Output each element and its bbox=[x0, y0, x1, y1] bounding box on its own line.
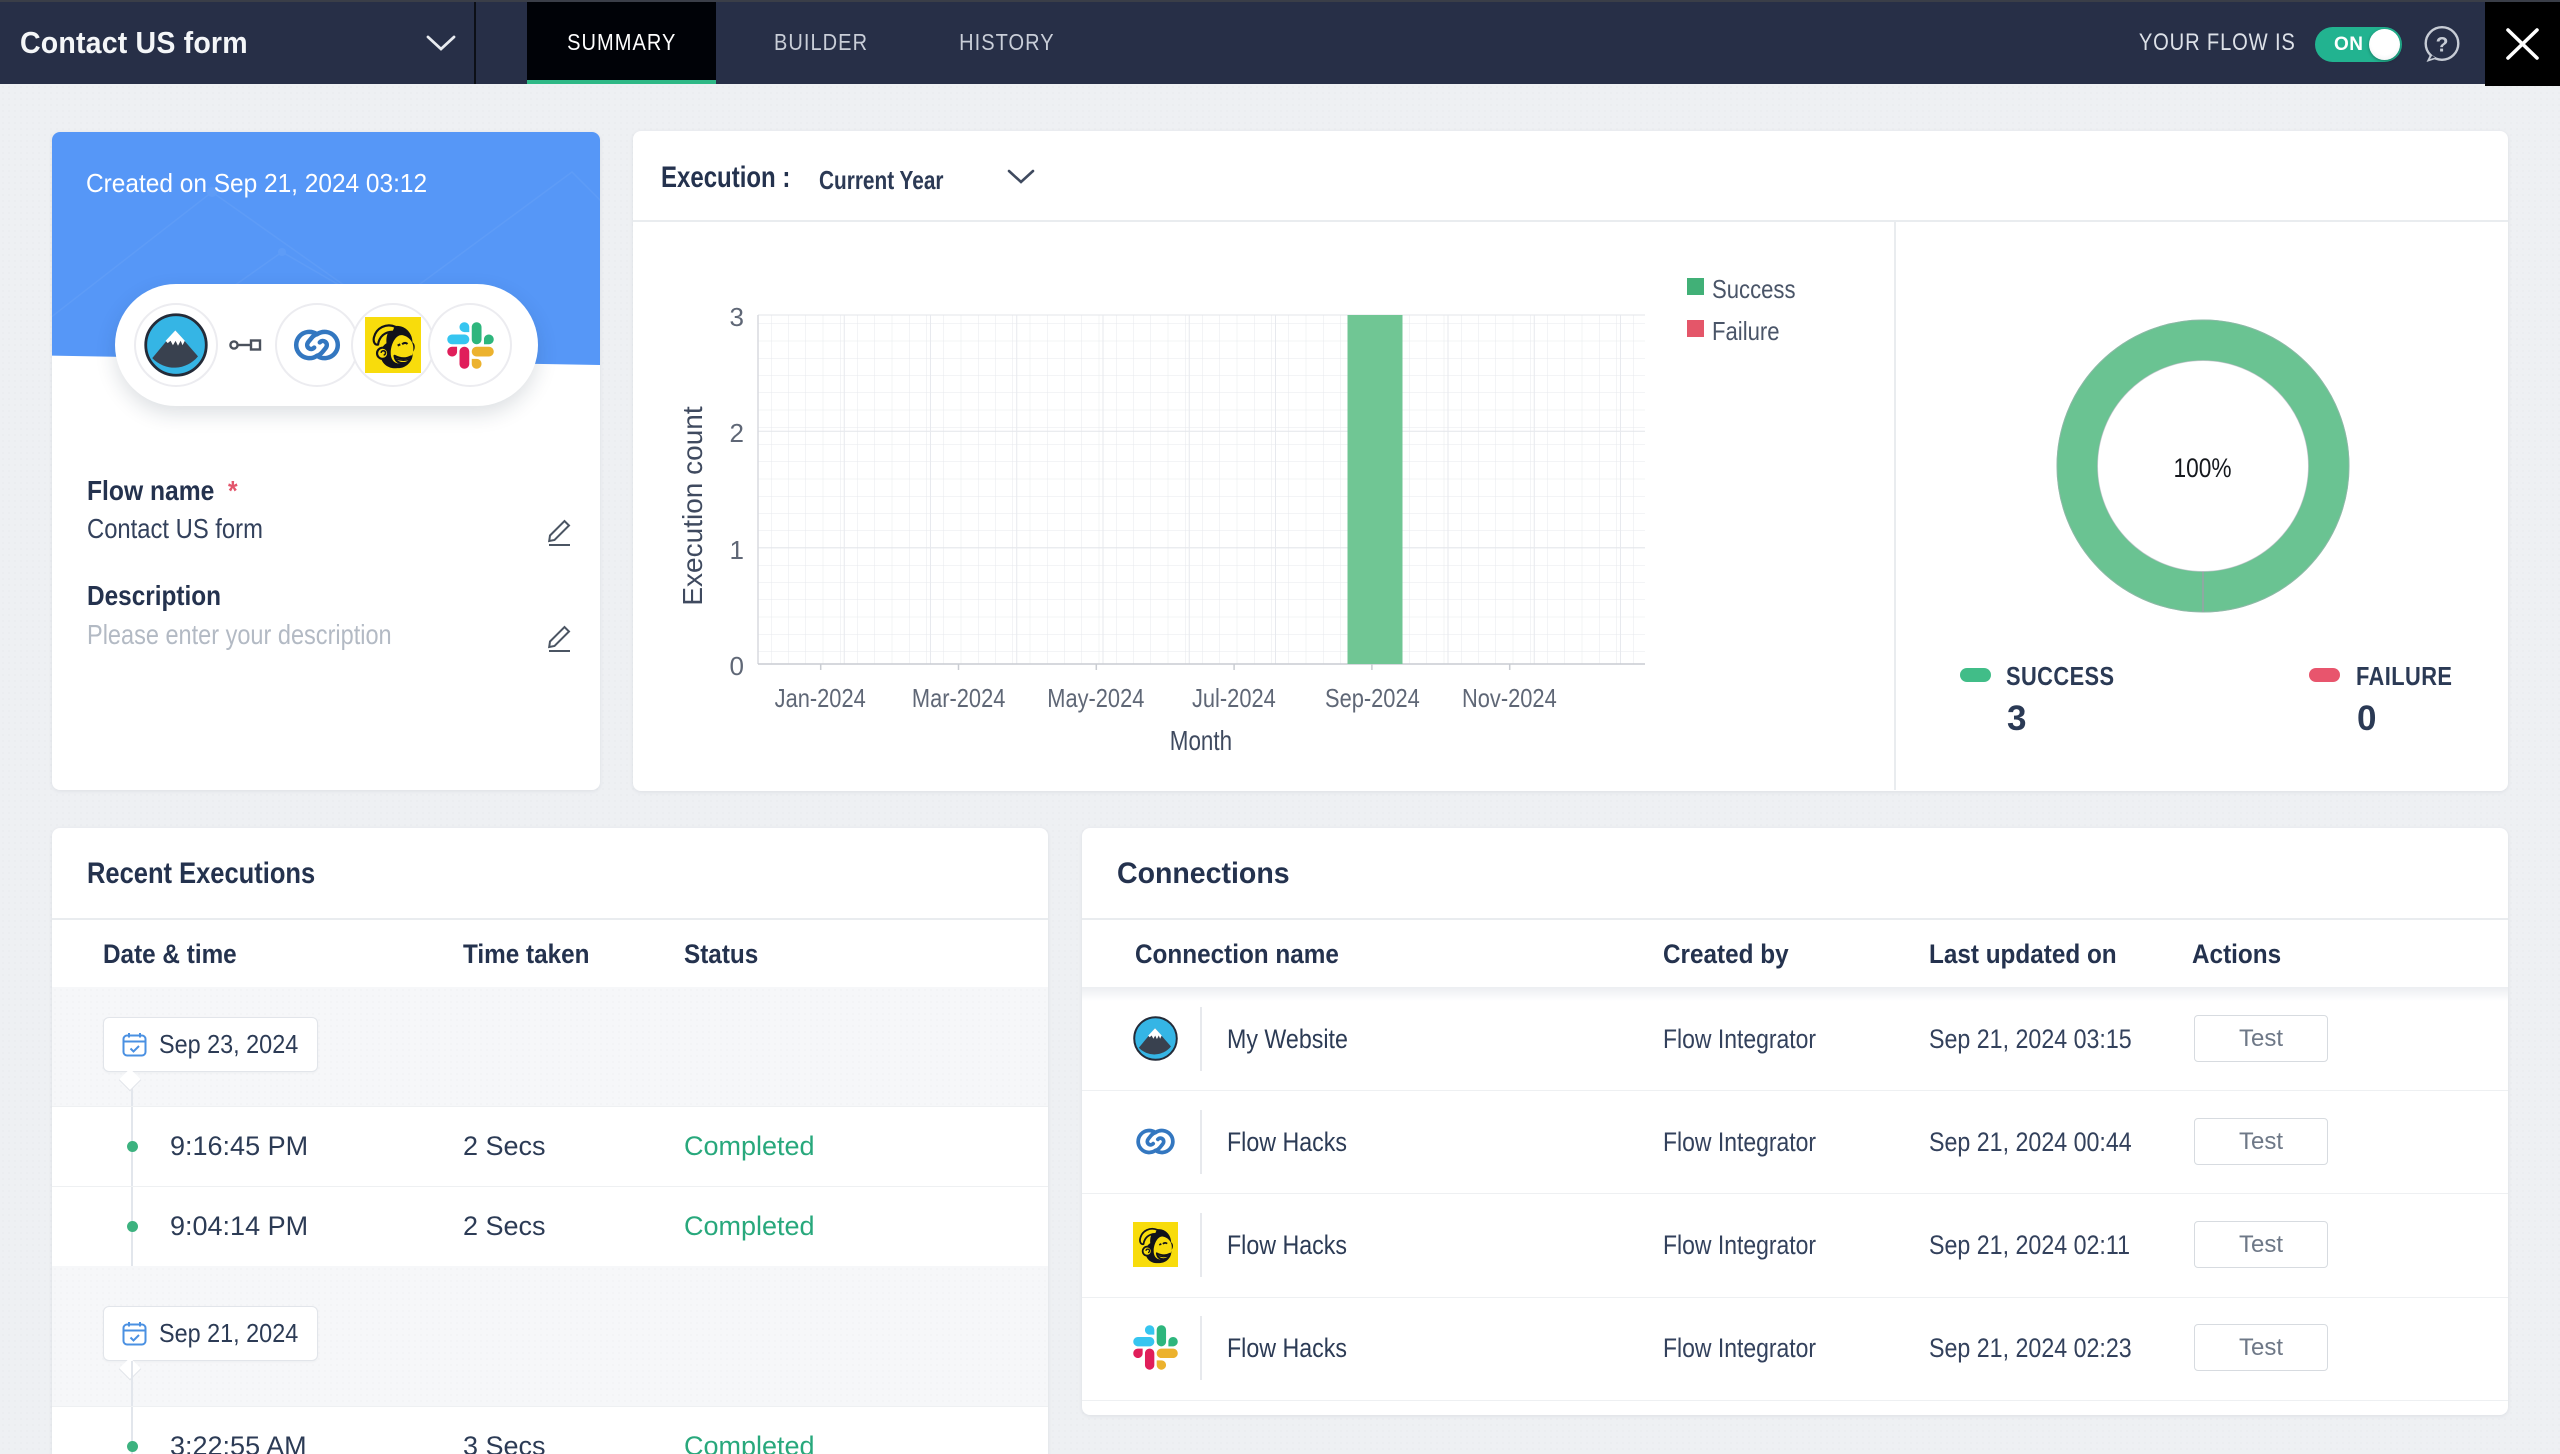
svg-text:?: ? bbox=[2436, 34, 2449, 57]
